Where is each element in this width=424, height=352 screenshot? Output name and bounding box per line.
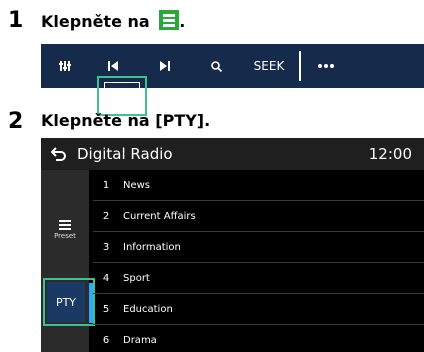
media-toolbar: SEEK <box>41 44 424 116</box>
search-button[interactable] <box>193 44 239 88</box>
screen-title: Digital Radio <box>77 145 173 163</box>
item-label: Drama <box>123 334 157 346</box>
step-1-suffix: . <box>179 12 186 31</box>
step-1-text: Klepněte na <box>41 12 150 31</box>
pty-label: PTY <box>55 295 77 309</box>
item-number: 5 <box>102 303 110 315</box>
list-item[interactable]: 6 Drama <box>93 325 424 352</box>
item-label: Sport <box>123 272 150 284</box>
next-track-icon <box>160 61 170 71</box>
list-item[interactable]: 5 Education <box>93 294 424 325</box>
preset-label: Preset <box>54 232 76 240</box>
item-label: Education <box>123 303 173 315</box>
equalizer-icon <box>59 61 71 71</box>
step-1-number: 1 <box>8 8 24 33</box>
item-number: 6 <box>102 334 110 346</box>
list-button[interactable] <box>97 76 147 116</box>
title-bar: Digital Radio 12:00 <box>41 138 424 170</box>
seek-button[interactable]: SEEK <box>239 44 299 88</box>
search-icon <box>210 60 222 72</box>
item-number: 3 <box>102 241 110 253</box>
step-1-instruction: Klepněte na . <box>41 10 185 32</box>
back-arrow-icon <box>51 147 66 161</box>
seek-label: SEEK <box>253 59 285 73</box>
item-label: Information <box>123 241 181 253</box>
step-2-instruction: Klepněte na [PTY]. <box>41 111 211 130</box>
pty-list: 1 News 2 Current Affairs 3 Information 4… <box>93 170 424 352</box>
preset-list-icon <box>59 220 71 230</box>
equalizer-button[interactable] <box>41 44 89 88</box>
list-item[interactable]: 3 Information <box>93 232 424 263</box>
item-number: 2 <box>102 210 110 222</box>
item-number: 4 <box>102 272 110 284</box>
list-icon <box>115 90 129 102</box>
preset-button[interactable]: Preset <box>53 220 77 240</box>
step-2-number: 2 <box>8 109 24 134</box>
item-number: 1 <box>102 179 110 191</box>
list-item[interactable]: 4 Sport <box>93 263 424 294</box>
back-button[interactable] <box>41 147 77 161</box>
item-label: News <box>123 179 151 191</box>
more-button[interactable] <box>301 44 351 88</box>
previous-track-icon <box>108 61 118 71</box>
list-item[interactable]: 1 News <box>93 170 424 201</box>
more-icon <box>318 64 334 68</box>
digital-radio-screen: Digital Radio 12:00 Preset PTY 1 News 2 … <box>41 138 424 352</box>
list-icon <box>159 10 180 30</box>
clock: 12:00 <box>368 145 412 163</box>
item-label: Current Affairs <box>123 210 196 222</box>
pty-button[interactable]: PTY <box>47 282 85 322</box>
list-button-frame <box>104 82 140 110</box>
list-item[interactable]: 2 Current Affairs <box>93 201 424 232</box>
